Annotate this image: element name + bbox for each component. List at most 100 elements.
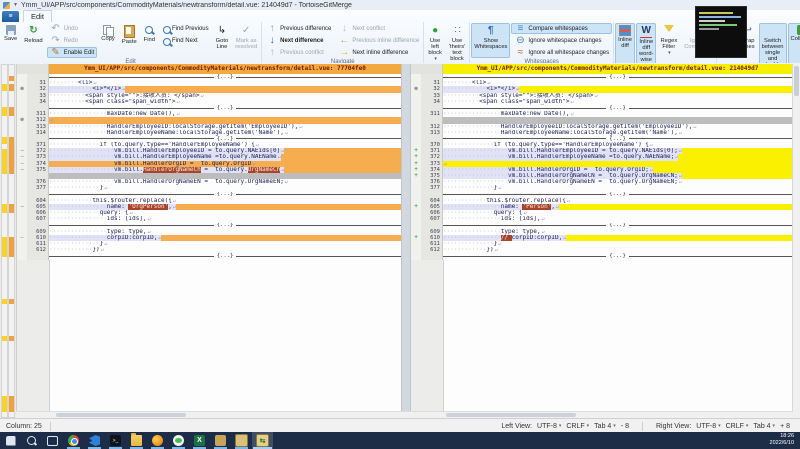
previous-inline-difference-button[interactable]: ←Previous inline difference bbox=[335, 35, 422, 46]
status-bar: Column: 25 Left View:UTF-8▾CRLF▾Tab 4▾- … bbox=[0, 418, 800, 433]
next-difference-button[interactable]: ↓Next difference bbox=[263, 35, 334, 46]
find-button[interactable]: Find bbox=[141, 23, 158, 58]
taskbar-start-button[interactable] bbox=[0, 432, 21, 449]
console-thumbnail-overlay bbox=[695, 6, 747, 58]
quick-access-caret-icon[interactable]: ▼ bbox=[13, 2, 18, 8]
previous-difference-button[interactable]: ↑Previous difference bbox=[263, 23, 334, 34]
inline-diff-button[interactable]: Inline diff bbox=[615, 23, 635, 63]
group-label: Whitespaces bbox=[471, 58, 612, 63]
app-menu-button[interactable]: ≡ bbox=[2, 11, 19, 22]
taskbar-excel-icon[interactable]: X bbox=[189, 432, 210, 449]
taskbar-tortoisemerge-icon[interactable]: ⇆ bbox=[252, 432, 273, 449]
pane-splitter[interactable] bbox=[401, 64, 411, 418]
find-previous-button[interactable]: Find Previous bbox=[159, 23, 212, 34]
find-next-button[interactable]: Find Next bbox=[159, 35, 212, 46]
collapsed-section[interactable]: {...} bbox=[17, 253, 401, 259]
eol-selector[interactable]: CRLF▾ bbox=[726, 423, 749, 430]
button-stack: ≡Compare whitespaces⊖Ignore whitespace c… bbox=[511, 23, 612, 58]
save-button[interactable]: Save bbox=[1, 23, 20, 58]
use-left-block-button[interactable]: ●Use left block ▾ bbox=[425, 23, 445, 63]
taskbar-terminal-icon[interactable]: >_ bbox=[105, 432, 126, 449]
button-label: Show Whitespaces bbox=[474, 38, 507, 50]
collapse-button[interactable]: +Collapse bbox=[788, 23, 800, 63]
locator-track[interactable] bbox=[1, 64, 8, 418]
view-label: Left View: bbox=[501, 423, 532, 430]
ribbon-body: Save↻Reload↶Undo↷Redo✎Enable EditCopy Pas… bbox=[0, 22, 800, 63]
next-inline-difference-button[interactable]: →Next inline difference bbox=[335, 47, 422, 58]
compare-whitespaces-button[interactable]: ≡Compare whitespaces bbox=[511, 23, 612, 34]
taskbar-wechat-icon[interactable] bbox=[168, 432, 189, 449]
regex-filter-button[interactable]: Regex Filter ▾ bbox=[657, 23, 680, 63]
prev-inline-icon: ← bbox=[338, 35, 350, 47]
taskbar-vscode-icon[interactable] bbox=[84, 432, 105, 449]
mark-as-resolved-button[interactable]: ✓Mark as resolved bbox=[232, 23, 260, 58]
button-label: Find Previous bbox=[172, 26, 209, 32]
locator-change-mark bbox=[9, 84, 14, 91]
locator-change-mark bbox=[2, 204, 7, 213]
ribbon-tab-row: ≡ Edit bbox=[0, 10, 800, 22]
use-theirs-text-block-button[interactable]: ∷Use 'theirs' text block ▾ bbox=[446, 23, 468, 63]
vertical-scrollbar[interactable] bbox=[792, 64, 800, 418]
dropdown-caret-icon: ▾ bbox=[434, 56, 437, 62]
diff-area: Ymm_UI/APP/src/components/CommodityMater… bbox=[0, 64, 800, 418]
horizontal-scrollbar-thumb-left[interactable] bbox=[56, 413, 186, 417]
regex-icon bbox=[664, 25, 674, 37]
enable-edit-button[interactable]: ✎Enable Edit bbox=[47, 47, 98, 58]
vertical-scrollbar-thumb[interactable] bbox=[794, 66, 799, 96]
button-label: Redo bbox=[64, 38, 78, 44]
redo-button[interactable]: ↷Redo bbox=[47, 35, 98, 46]
show-whitespaces-button[interactable]: ¶Show Whitespaces bbox=[471, 23, 510, 58]
tabs-selector[interactable]: Tab 4▾ bbox=[753, 423, 775, 430]
tabs-selector[interactable]: Tab 4▾ bbox=[594, 423, 616, 430]
taskbar-chrome-icon[interactable] bbox=[63, 432, 84, 449]
button-label: Use 'theirs' text block bbox=[449, 38, 465, 62]
encoding-selector[interactable]: UTF-8▾ bbox=[537, 423, 561, 430]
group-label: Navigate bbox=[263, 58, 422, 63]
button-label: Regex Filter bbox=[660, 38, 677, 50]
inline-diff-word-wise-button[interactable]: WInline diff word-wise bbox=[636, 23, 656, 63]
previous-conflict-button[interactable]: ↑Previous conflict bbox=[263, 47, 334, 58]
taskbar-task-icon[interactable] bbox=[42, 432, 63, 449]
reload-button[interactable]: ↻Reload bbox=[21, 23, 45, 58]
undo-button[interactable]: ↶Undo bbox=[47, 23, 98, 34]
taskbar-clock[interactable]: 18:262022/6/10 bbox=[770, 432, 800, 449]
horizontal-scrollbar[interactable] bbox=[16, 411, 793, 418]
ribbon-group-edit: Save↻Reload↶Undo↷Redo✎Enable EditCopy Pas… bbox=[0, 22, 262, 63]
locator-change-mark bbox=[9, 204, 14, 213]
locator-change-mark bbox=[9, 76, 14, 81]
app-icon bbox=[215, 435, 226, 446]
paste-button[interactable]: Paste bbox=[119, 23, 140, 58]
start-icon bbox=[6, 436, 16, 446]
goto-icon: ↳ bbox=[216, 25, 228, 37]
title-bar[interactable]: ▼ Ymm_UI/APP/src/components/CommodityMat… bbox=[0, 0, 800, 10]
left-pane: Ymm_UI/APP/src/components/CommodityMater… bbox=[17, 64, 401, 418]
goto-line-button[interactable]: ↳Goto Line bbox=[213, 23, 232, 58]
tortoisemerge-icon: ⇆ bbox=[256, 434, 269, 447]
tab-edit[interactable]: Edit bbox=[23, 10, 52, 22]
window-title: Ymm_UI/APP/src/components/CommodityMater… bbox=[21, 2, 352, 9]
wechat-icon bbox=[173, 435, 184, 446]
taskbar-search-icon[interactable] bbox=[21, 432, 42, 449]
locator-track[interactable] bbox=[8, 64, 15, 418]
copy-button[interactable]: Copy bbox=[98, 23, 118, 58]
ignore-whitespace-changes-button[interactable]: ⊖Ignore whitespace changes bbox=[511, 35, 612, 46]
ignore-all-whitespace-changes-button[interactable]: ≈Ignore all whitespace changes bbox=[511, 47, 612, 58]
show-ws-icon: ¶ bbox=[485, 25, 497, 37]
button-label: Paste bbox=[122, 39, 137, 45]
save-icon bbox=[6, 25, 16, 35]
switch-between-single-and-double-pane-view-button[interactable]: Switch between single and double pane vi… bbox=[759, 23, 787, 63]
line-delta: + 8 bbox=[780, 423, 790, 430]
chrome-icon bbox=[68, 435, 79, 446]
next-conflict-button[interactable]: ↓Next conflict bbox=[335, 23, 422, 34]
encoding-selector[interactable]: UTF-8▾ bbox=[696, 423, 720, 430]
taskbar-tortoisegit-icon[interactable] bbox=[231, 432, 252, 449]
horizontal-scrollbar-thumb-right[interactable] bbox=[446, 413, 576, 417]
button-label: Next conflict bbox=[352, 26, 385, 32]
taskbar-firefox-icon[interactable] bbox=[147, 432, 168, 449]
collapsed-section[interactable]: {...} bbox=[411, 253, 792, 259]
locator-bar[interactable] bbox=[0, 64, 17, 418]
eol-selector[interactable]: CRLF▾ bbox=[566, 423, 589, 430]
taskbar-app-icon[interactable] bbox=[210, 432, 231, 449]
taskbar-folder-icon[interactable] bbox=[126, 432, 147, 449]
app-icon bbox=[3, 2, 10, 9]
